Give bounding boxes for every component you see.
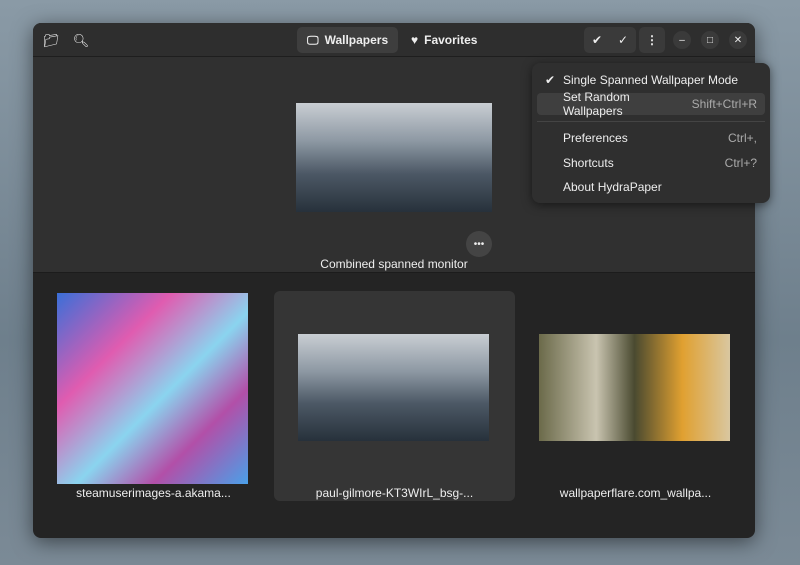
menu-item-spanned-mode[interactable]: ✔ Single Spanned Wallpaper Mode bbox=[537, 69, 765, 91]
wallpaper-thumbnail bbox=[539, 334, 730, 441]
monitor-icon: 🖵︎ bbox=[307, 32, 319, 47]
header-bar: 📁︎ 🔍︎ 🖵︎ Wallpapers ♥ Favorites ✔︎ ✓ ⋮ – □… bbox=[33, 23, 755, 57]
search-icon[interactable]: 🔍︎ bbox=[73, 29, 90, 53]
menu-item-shortcuts[interactable]: Shortcuts Ctrl+? bbox=[537, 152, 765, 174]
tab-wallpapers[interactable]: 🖵︎ Wallpapers bbox=[297, 27, 399, 53]
monitor-preview[interactable] bbox=[296, 103, 492, 212]
wallpaper-thumbnail bbox=[57, 293, 248, 484]
apply-lockscreen-button[interactable]: ✔︎ bbox=[584, 27, 610, 53]
heart-icon: ♥ bbox=[411, 33, 419, 47]
wallpaper-name: wallpaperflare.com_wallpa... bbox=[559, 486, 712, 500]
wallpaper-card-selected[interactable]: paul-gilmore-KT3WIrL_bsg-... bbox=[274, 291, 515, 501]
wallpaper-thumbnail bbox=[298, 334, 489, 441]
wallpaper-card[interactable]: wallpaperflare.com_wallpa... bbox=[515, 291, 755, 501]
wallpaper-name: steamuserimages-a.akama... bbox=[76, 486, 231, 500]
apply-group: ✔︎ ✓ bbox=[584, 27, 636, 53]
wallpaper-name: paul-gilmore-KT3WIrL_bsg-... bbox=[315, 486, 474, 500]
apply-button[interactable]: ✓ bbox=[610, 27, 636, 53]
maximize-button[interactable]: □ bbox=[701, 31, 719, 49]
minimize-button[interactable]: – bbox=[673, 31, 691, 49]
close-button[interactable]: ✕ bbox=[729, 31, 747, 49]
folder-icon[interactable]: 📁︎ bbox=[43, 29, 60, 53]
check-icon: ✔ bbox=[545, 73, 556, 87]
menu-separator bbox=[537, 121, 765, 122]
tab-favorites[interactable]: ♥ Favorites bbox=[401, 27, 487, 53]
main-menu-button[interactable]: ⋮ bbox=[639, 27, 665, 53]
main-menu-popover: ✔ Single Spanned Wallpaper Mode Set Rando… bbox=[532, 63, 770, 203]
menu-item-about[interactable]: About HydraPaper bbox=[537, 176, 765, 198]
wallpaper-card[interactable]: steamuserimages-a.akama... bbox=[33, 291, 274, 501]
menu-item-random[interactable]: Set Random Wallpapers Shift+Ctrl+R bbox=[537, 90, 765, 118]
menu-item-preferences[interactable]: Preferences Ctrl+, bbox=[537, 127, 765, 149]
monitor-options-button[interactable]: ••• bbox=[466, 231, 492, 257]
more-vertical-icon: ⋮ bbox=[646, 33, 658, 47]
monitor-caption: Combined spanned monitor bbox=[320, 257, 468, 271]
